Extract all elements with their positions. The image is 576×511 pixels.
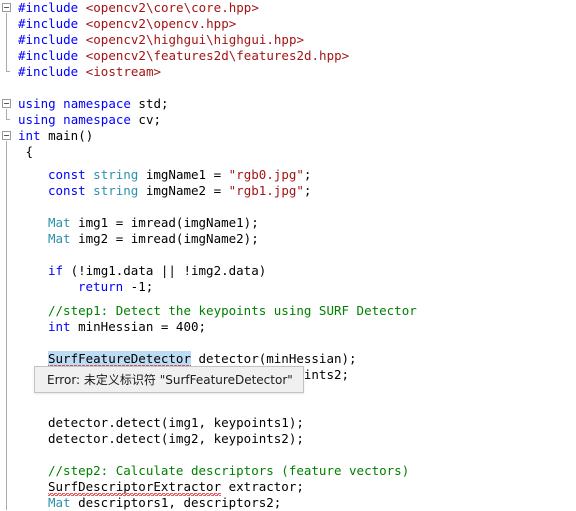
code-token: detector(minHessian); bbox=[191, 351, 357, 366]
code-token: using bbox=[18, 96, 56, 111]
code-token: <opencv2\features2d\features2d.hpp> bbox=[85, 48, 350, 63]
code-line-30[interactable]: //step2: Calculate descriptors (feature … bbox=[48, 463, 409, 479]
code-token: const bbox=[48, 167, 86, 182]
code-token: #include bbox=[18, 64, 79, 79]
code-token: img2 = imread(imgName2); bbox=[70, 231, 259, 246]
code-token: -1; bbox=[123, 279, 154, 294]
code-token: extractor; bbox=[221, 479, 304, 494]
code-line-2[interactable]: #include <opencv2\opencv.hpp> bbox=[18, 16, 236, 32]
code-token: detector.detect(img2, keypoints2); bbox=[48, 431, 304, 446]
code-token: Mat bbox=[48, 231, 71, 246]
code-token: //step1: Detect the keypoints using SURF… bbox=[48, 303, 417, 318]
selected-identifier: SurfFeatureDetector bbox=[48, 351, 191, 366]
code-line-21[interactable]: //step1: Detect the keypoints using SURF… bbox=[48, 303, 417, 319]
code-token: Mat bbox=[48, 495, 71, 510]
code-text-area[interactable]: #include <opencv2\core\core.hpp> #include… bbox=[0, 0, 576, 510]
code-token: main() bbox=[40, 128, 94, 143]
code-token: using bbox=[18, 112, 56, 127]
error-tooltip: Error: 未定义标识符 "SurfFeatureDetector" bbox=[34, 366, 304, 393]
code-token: string bbox=[93, 167, 139, 182]
code-token: namespace bbox=[63, 96, 131, 111]
code-line-31[interactable]: SurfDescriptorExtractor extractor; bbox=[48, 479, 304, 495]
code-line-27[interactable]: detector.detect(img1, keypoints1); bbox=[48, 415, 304, 431]
code-token: "rgb1.jpg" bbox=[228, 183, 304, 198]
code-token: std; bbox=[130, 96, 169, 111]
code-token: //step2: Calculate descriptors (feature … bbox=[48, 463, 410, 478]
code-line-10[interactable]: { bbox=[26, 144, 34, 160]
code-token: const bbox=[48, 183, 86, 198]
code-token: imgName2 = bbox=[138, 183, 229, 198]
code-token: minHessian = 400; bbox=[70, 319, 207, 334]
code-line-9[interactable]: int main() bbox=[18, 128, 93, 144]
code-line-7[interactable]: using namespace std; bbox=[18, 96, 169, 112]
code-token: <opencv2\opencv.hpp> bbox=[85, 16, 237, 31]
code-line-3[interactable]: #include <opencv2\highgui\highgui.hpp> bbox=[18, 32, 304, 48]
code-token: namespace bbox=[63, 112, 131, 127]
code-token: #include bbox=[18, 48, 79, 63]
code-line-16[interactable]: Mat img2 = imread(imgName2); bbox=[48, 231, 259, 247]
code-token: if bbox=[48, 263, 64, 278]
code-line-5[interactable]: #include <iostream> bbox=[18, 64, 161, 80]
code-token: #include bbox=[18, 32, 79, 47]
code-token: int bbox=[48, 319, 71, 334]
code-line-4[interactable]: #include <opencv2\features2d\features2d.… bbox=[18, 48, 349, 64]
code-token: detector.detect(img1, keypoints1); bbox=[48, 415, 304, 430]
code-token: ; bbox=[303, 167, 312, 182]
code-token: (!img1.data || !img2.data) bbox=[63, 263, 267, 278]
code-token: img1 = imread(imgName1); bbox=[70, 215, 259, 230]
code-token: <opencv2\highgui\highgui.hpp> bbox=[85, 32, 304, 47]
code-line-18[interactable]: if (!img1.data || !img2.data) bbox=[48, 263, 266, 279]
code-line-19[interactable]: return -1; bbox=[78, 279, 153, 295]
code-line-24[interactable]: SurfFeatureDetector detector(minHessian)… bbox=[48, 351, 357, 367]
code-token: imgName1 = bbox=[138, 167, 229, 182]
code-editor-surface[interactable]: #include <opencv2\core\core.hpp> #include… bbox=[0, 0, 576, 510]
code-token: string bbox=[93, 183, 139, 198]
code-token: Mat bbox=[48, 215, 71, 230]
code-token: descriptors1, descriptors2; bbox=[70, 495, 282, 510]
error-tooltip-text: Error: 未定义标识符 "SurfFeatureDetector" bbox=[47, 373, 293, 387]
code-token: <iostream> bbox=[85, 64, 162, 79]
code-line-12[interactable]: const string imgName1 = "rgb0.jpg"; bbox=[48, 167, 311, 183]
code-token: <opencv2\core\core.hpp> bbox=[85, 0, 259, 15]
code-line-1[interactable]: #include <opencv2\core\core.hpp> bbox=[18, 0, 259, 16]
code-token: #include bbox=[18, 16, 79, 31]
code-token: cv; bbox=[130, 112, 162, 127]
code-line-8[interactable]: using namespace cv; bbox=[18, 112, 161, 128]
code-token: { bbox=[25, 144, 34, 159]
code-line-15[interactable]: Mat img1 = imread(imgName1); bbox=[48, 215, 259, 231]
code-token: return bbox=[78, 279, 124, 294]
code-token: "rgb0.jpg" bbox=[228, 167, 304, 182]
code-token: #include bbox=[18, 0, 79, 15]
code-line-13[interactable]: const string imgName2 = "rgb1.jpg"; bbox=[48, 183, 311, 199]
code-line-28[interactable]: detector.detect(img2, keypoints2); bbox=[48, 431, 304, 447]
code-token: int bbox=[18, 128, 41, 143]
code-token: ; bbox=[303, 183, 312, 198]
code-line-32[interactable]: Mat descriptors1, descriptors2; bbox=[48, 495, 281, 511]
code-line-22[interactable]: int minHessian = 400; bbox=[48, 319, 206, 335]
error-identifier: SurfDescriptorExtractor bbox=[48, 479, 222, 494]
